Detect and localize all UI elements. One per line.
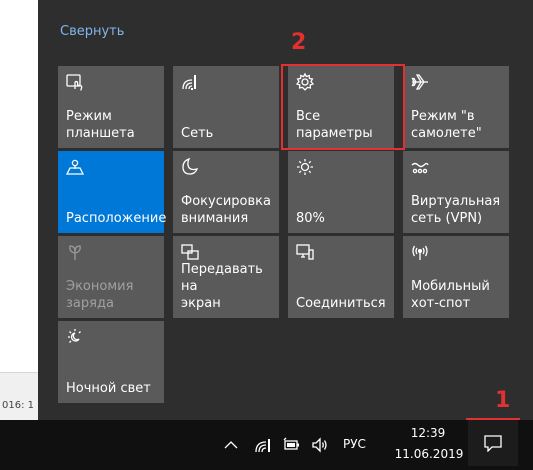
battery-saver-icon bbox=[65, 242, 85, 262]
tile-label: Экономия заряда bbox=[66, 279, 134, 311]
notification-icon bbox=[484, 435, 502, 452]
network-icon bbox=[180, 72, 200, 92]
tile-brightness[interactable]: 80% bbox=[288, 151, 394, 233]
background-window: 016: 1 bbox=[0, 0, 38, 421]
tile-label: Сеть bbox=[181, 126, 214, 141]
brightness-icon bbox=[295, 157, 315, 177]
screen: 016: 1 Свернуть Режим планшета Сеть Все … bbox=[0, 0, 533, 470]
background-status-text: 016: 1 bbox=[2, 400, 34, 411]
project-icon bbox=[180, 242, 200, 262]
tile-label: Передавать на экран bbox=[181, 262, 263, 311]
action-center-button[interactable] bbox=[468, 420, 518, 466]
tile-label: Соединиться bbox=[296, 296, 386, 311]
action-center-panel: Свернуть Режим планшета Сеть Все парамет… bbox=[38, 0, 533, 420]
tile-label: Режим "в самолете" bbox=[411, 109, 482, 141]
tile-label: Расположение bbox=[66, 211, 167, 226]
tablet-mode-icon bbox=[65, 72, 85, 92]
background-status-bar bbox=[0, 372, 38, 421]
tile-vpn[interactable]: Виртуальная сеть (VPN) bbox=[403, 151, 509, 233]
tile-label: Фокусировка внимания bbox=[181, 194, 271, 226]
moon-icon bbox=[180, 157, 200, 177]
annotation-number-2: 2 bbox=[291, 30, 307, 55]
tile-label: Мобильный хот-спот bbox=[411, 279, 490, 311]
tile-tablet-mode[interactable]: Режим планшета bbox=[58, 66, 164, 148]
tile-location[interactable]: Расположение bbox=[58, 151, 167, 233]
airplane-icon bbox=[410, 72, 430, 92]
tile-night-light[interactable]: Ночной свет bbox=[58, 321, 164, 403]
vpn-icon bbox=[410, 157, 430, 177]
tile-connect[interactable]: Соединиться bbox=[288, 236, 394, 318]
tile-airplane-mode[interactable]: Режим "в самолете" bbox=[403, 66, 509, 148]
annotation-number-1: 1 bbox=[495, 388, 511, 413]
tile-label: 80% bbox=[296, 211, 325, 226]
tile-focus-assist[interactable]: Фокусировка внимания bbox=[173, 151, 279, 233]
tile-network[interactable]: Сеть bbox=[173, 66, 279, 148]
chevron-up-icon[interactable] bbox=[222, 437, 240, 453]
location-icon bbox=[65, 157, 85, 177]
language-indicator[interactable]: РУС bbox=[343, 437, 366, 451]
tile-label: Ночной свет bbox=[66, 381, 151, 396]
connect-icon bbox=[295, 242, 315, 262]
clock-date[interactable]: 11.06.2019 bbox=[390, 447, 468, 461]
battery-icon[interactable] bbox=[283, 437, 301, 453]
tile-label: Виртуальная сеть (VPN) bbox=[411, 194, 501, 226]
tile-battery-saver[interactable]: Экономия заряда bbox=[58, 236, 164, 318]
annotation-box-settings bbox=[281, 64, 405, 150]
collapse-link[interactable]: Свернуть bbox=[60, 24, 124, 39]
night-light-icon bbox=[65, 327, 85, 347]
tile-project[interactable]: Передавать на экран bbox=[173, 236, 279, 318]
tile-label: Режим планшета bbox=[66, 109, 135, 141]
wifi-icon[interactable] bbox=[254, 437, 272, 453]
tile-mobile-hotspot[interactable]: Мобильный хот-спот bbox=[403, 236, 509, 318]
clock-time[interactable]: 12:39 bbox=[409, 426, 447, 440]
volume-icon[interactable] bbox=[311, 437, 329, 453]
hotspot-icon bbox=[410, 242, 430, 262]
taskbar: РУС 12:39 11.06.2019 bbox=[0, 420, 533, 470]
